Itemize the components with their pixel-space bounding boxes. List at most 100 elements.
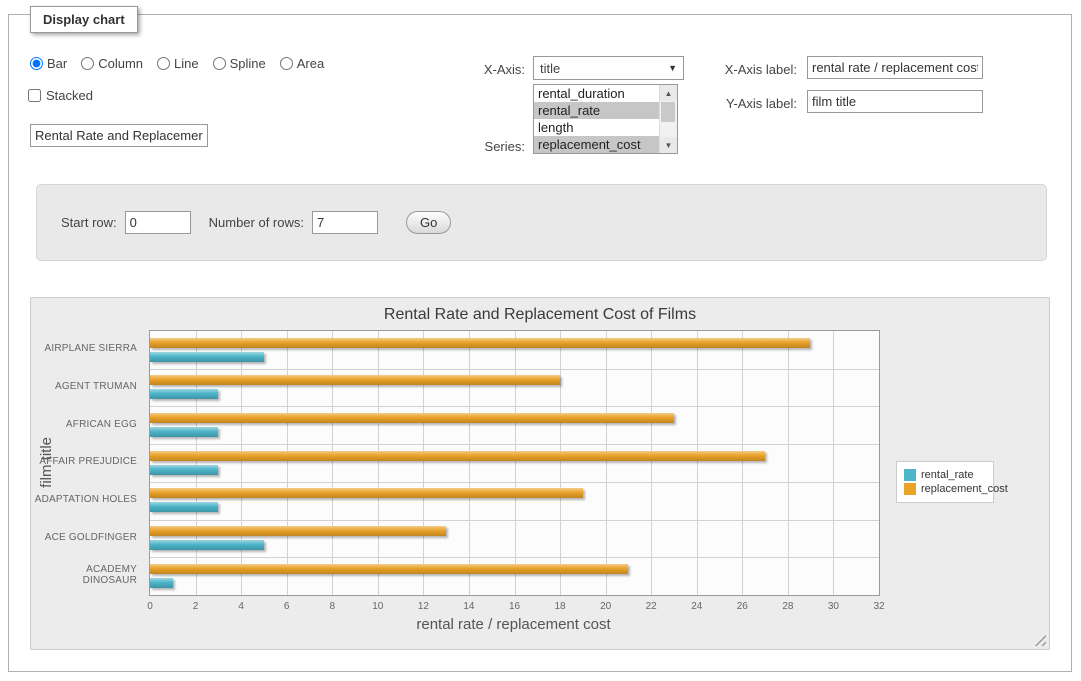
y-axis-label-input[interactable] [807,90,983,113]
vertical-gridline [606,331,607,595]
horizontal-gridline [150,444,879,445]
category-label: AGENT TRUMAN [31,368,143,406]
y-axis-label-field-label: Y-Axis label: [697,96,797,111]
legend-swatch-icon [904,469,916,481]
series-option-replacement_cost[interactable]: replacement_cost [534,136,660,153]
x-axis-select[interactable]: title ▼ [533,56,684,80]
x-tick-label: 22 [636,601,666,612]
series-option-rental_rate[interactable]: rental_rate [534,102,660,119]
vertical-gridline [287,331,288,595]
x-axis-field-label: X-Axis: [420,62,525,77]
vertical-gridline [469,331,470,595]
chart-type-spline[interactable]: Spline [213,56,266,71]
series-options: rental_durationrental_ratelengthreplacem… [534,85,660,153]
stacked-option[interactable]: Stacked [28,88,93,103]
chart-title-input[interactable] [30,124,208,147]
bar-replacement_cost [150,338,810,348]
chart-type-area[interactable]: Area [280,56,324,71]
bar-replacement_cost [150,375,560,385]
bar-rental_rate [150,502,218,512]
category-labels: AIRPLANE SIERRAAGENT TRUMANAFRICAN EGGAF… [31,330,143,594]
plot-area: 02468101214161820222426283032 [149,330,880,596]
category-label: ACADEMY DINOSAUR [31,556,143,594]
x-tick-label: 10 [363,601,393,612]
bar-rental_rate [150,578,173,588]
x-tick-label: 30 [818,601,848,612]
go-button[interactable]: Go [406,211,451,234]
vertical-gridline [742,331,743,595]
vertical-gridline [560,331,561,595]
x-tick-label: 24 [682,601,712,612]
stacked-label: Stacked [46,88,93,103]
vertical-gridline [196,331,197,595]
bar-replacement_cost [150,451,765,461]
scroll-down-icon[interactable]: ▼ [660,137,677,153]
x-tick-label: 32 [864,601,894,612]
display-chart-page: Display chart BarColumnLineSplineArea St… [0,0,1081,681]
x-tick-label: 2 [181,601,211,612]
scrollbar-thumb[interactable] [661,102,675,122]
series-option-rental_duration[interactable]: rental_duration [534,85,660,102]
chart-type-bar[interactable]: Bar [30,56,67,71]
series-listbox[interactable]: rental_durationrental_ratelengthreplacem… [533,84,678,154]
legend-item-rental_rate: rental_rate [904,469,986,481]
vertical-gridline [332,331,333,595]
x-tick-label: 16 [500,601,530,612]
bar-replacement_cost [150,413,674,423]
vertical-gridline [788,331,789,595]
start-row-input[interactable] [125,211,191,234]
x-axis-selected-value: title [540,61,560,76]
series-scrollbar[interactable]: ▲ ▼ [659,85,677,153]
chart-panel: Rental Rate and Replacement Cost of Film… [30,297,1050,650]
chart-type-label: Area [297,56,324,71]
x-axis-label-field-label: X-Axis label: [697,62,797,77]
vertical-gridline [378,331,379,595]
category-label: AIRPLANE SIERRA [31,330,143,368]
horizontal-gridline [150,369,879,370]
x-tick-label: 14 [454,601,484,612]
category-label: AFFAIR PREJUDICE [31,443,143,481]
x-axis-label-input[interactable] [807,56,983,79]
chart-title: Rental Rate and Replacement Cost of Film… [31,306,1049,324]
bar-replacement_cost [150,526,446,536]
stacked-checkbox[interactable] [28,89,41,102]
chart-type-radio-area[interactable] [280,57,293,70]
chart-type-label: Line [174,56,199,71]
chart-type-radio-column[interactable] [81,57,94,70]
legend-item-replacement_cost: replacement_cost [904,483,986,495]
chart-type-radio-line[interactable] [157,57,170,70]
vertical-gridline [423,331,424,595]
bar-rental_rate [150,352,264,362]
horizontal-gridline [150,482,879,483]
bar-rental_rate [150,427,218,437]
x-tick-label: 8 [317,601,347,612]
legend-swatch-icon [904,483,916,495]
chart-type-column[interactable]: Column [81,56,143,71]
vertical-gridline [651,331,652,595]
chart-type-label: Column [98,56,143,71]
chart-type-radio-spline[interactable] [213,57,226,70]
horizontal-gridline [150,557,879,558]
x-tick-label: 0 [135,601,165,612]
chart-type-line[interactable]: Line [157,56,199,71]
rows-panel: Start row: Number of rows: Go [36,184,1047,261]
series-option-length[interactable]: length [534,119,660,136]
series-field-label: Series: [420,139,525,154]
scroll-up-icon[interactable]: ▲ [660,85,677,101]
start-row-label: Start row: [61,215,117,230]
bar-rental_rate [150,465,218,475]
vertical-gridline [241,331,242,595]
num-rows-input[interactable] [312,211,378,234]
chart-legend: rental_rate replacement_cost [896,461,994,503]
horizontal-gridline [150,520,879,521]
vertical-gridline [697,331,698,595]
x-tick-label: 12 [408,601,438,612]
x-tick-label: 18 [545,601,575,612]
x-tick-label: 28 [773,601,803,612]
resize-handle-icon[interactable] [1034,634,1046,646]
category-label: AFRICAN EGG [31,405,143,443]
horizontal-gridline [150,406,879,407]
chart-type-radio-bar[interactable] [30,57,43,70]
x-tick-label: 26 [727,601,757,612]
x-tick-label: 20 [591,601,621,612]
